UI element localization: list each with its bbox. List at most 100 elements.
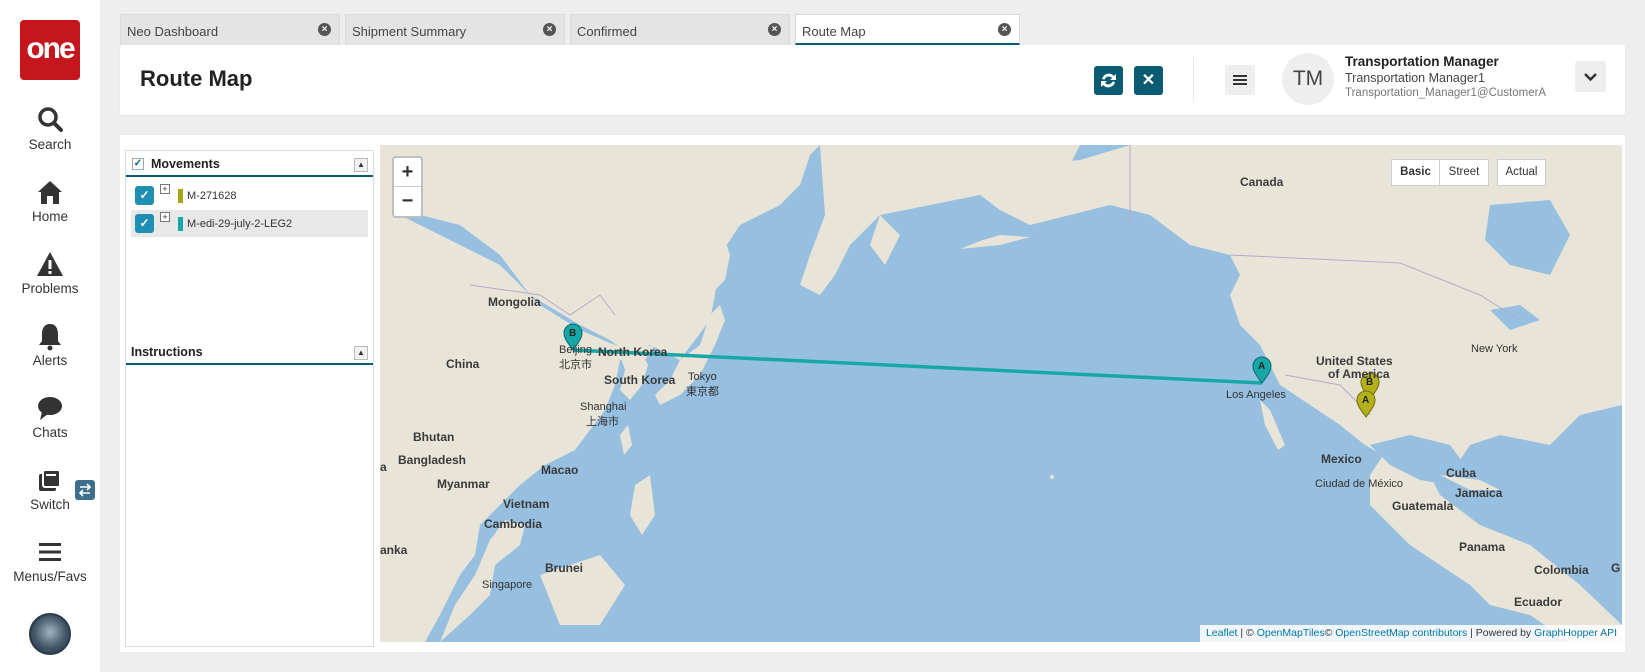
- map-label: a: [380, 460, 387, 474]
- map-attribution: Leaflet | © OpenMapTiles© OpenStreetMap …: [1199, 625, 1622, 642]
- nav-search[interactable]: Search: [0, 105, 100, 167]
- user-name: Transportation Manager: [1345, 54, 1499, 69]
- movement-label: M-edi-29-july-2-LEG2: [187, 218, 293, 230]
- leaflet-link[interactable]: Leaflet: [1206, 627, 1238, 639]
- map-label: Colombia: [1534, 563, 1589, 577]
- map-label: Ecuador: [1514, 595, 1563, 609]
- osm-link[interactable]: OpenStreetMap contributors: [1335, 627, 1467, 639]
- layer-actual-button[interactable]: Actual: [1497, 159, 1546, 186]
- hamburger-icon: [1233, 75, 1247, 77]
- map-label: Jamaica: [1455, 486, 1503, 500]
- tab-label: Shipment Summary: [352, 24, 467, 39]
- map-label: Ciudad de México: [1315, 478, 1404, 490]
- map-label: Cuba: [1446, 466, 1476, 480]
- collapse-movements-button[interactable]: ▲: [354, 158, 368, 172]
- close-icon: ✕: [1141, 72, 1156, 89]
- map-label: anka: [380, 543, 408, 557]
- map-label: Singapore: [482, 579, 533, 591]
- route-color-swatch: [178, 189, 183, 203]
- map-label: 北京市: [559, 359, 592, 371]
- map-label: G: [1611, 561, 1621, 575]
- map-label: 東京都: [686, 386, 719, 398]
- collapse-instructions-button[interactable]: ▲: [354, 346, 368, 360]
- graphhopper-link[interactable]: GraphHopper API: [1534, 627, 1617, 639]
- marker-teal-a-label: A: [1258, 361, 1266, 372]
- close-icon[interactable]: ×: [543, 23, 556, 36]
- close-icon[interactable]: ×: [318, 23, 331, 36]
- movement-checkbox[interactable]: ✓: [135, 186, 154, 205]
- tab-neo-dashboard[interactable]: Neo Dashboard ×: [120, 14, 340, 45]
- swap-arrows-icon: [78, 483, 92, 497]
- attribution-text: ©: [1324, 627, 1336, 639]
- main-panel: ✓ Movements ▲ ✓ + M-271628 ✓ + M-edi-29-…: [120, 135, 1625, 652]
- user-avatar[interactable]: TM: [1282, 53, 1334, 105]
- zoom-out-button[interactable]: −: [394, 187, 421, 216]
- map-label: 上海市: [586, 416, 619, 428]
- nav-problems-label: Problems: [21, 281, 79, 296]
- tab-route-map[interactable]: Route Map ×: [795, 14, 1020, 45]
- map-label: Tokyo: [688, 371, 717, 383]
- nav-chats-label: Chats: [32, 425, 68, 440]
- map-label: South Korea: [604, 373, 676, 387]
- app-logo[interactable]: one: [20, 20, 80, 80]
- movement-row[interactable]: ✓ + M-271628: [131, 182, 368, 209]
- zoom-in-button[interactable]: +: [394, 158, 421, 187]
- nav-problems[interactable]: Problems: [0, 249, 100, 311]
- movement-label: M-271628: [187, 190, 237, 202]
- route-map[interactable]: B A B A Canada Mongolia China Beijing 北京…: [380, 145, 1622, 642]
- expand-icon[interactable]: +: [160, 184, 170, 194]
- movement-checkbox[interactable]: ✓: [135, 214, 154, 233]
- select-all-checkbox[interactable]: ✓: [132, 158, 144, 170]
- refresh-button[interactable]: [1094, 66, 1123, 95]
- route-color-swatch: [178, 217, 183, 231]
- switch-badge[interactable]: [75, 480, 95, 500]
- tab-confirmed[interactable]: Confirmed ×: [570, 14, 790, 45]
- nav-alerts[interactable]: Alerts: [0, 321, 100, 383]
- nav-menus-favs[interactable]: Menus/Favs: [0, 537, 100, 599]
- chevron-down-icon: [1584, 73, 1597, 82]
- map-label: China: [446, 357, 480, 371]
- close-icon[interactable]: ×: [768, 23, 781, 36]
- search-icon: [38, 107, 63, 132]
- map-label: United States: [1316, 354, 1393, 368]
- map-label: Mongolia: [488, 295, 541, 309]
- close-icon[interactable]: ×: [998, 23, 1011, 36]
- refresh-icon: [1101, 73, 1116, 88]
- map-label: Mexico: [1321, 452, 1362, 466]
- nav-home-label: Home: [31, 209, 68, 224]
- nav-menus-favs-label: Menus/Favs: [13, 569, 87, 584]
- attribution-text: | ©: [1237, 627, 1257, 639]
- assistant-avatar[interactable]: [29, 613, 71, 655]
- tab-label: Confirmed: [577, 24, 637, 39]
- movements-title: Movements: [151, 157, 220, 171]
- map-label: Macao: [541, 463, 579, 477]
- instructions-header: Instructions ▲: [126, 339, 373, 365]
- nav-home[interactable]: Home: [0, 177, 100, 239]
- hamburger-icon: [39, 543, 61, 561]
- movement-row[interactable]: ✓ + M-edi-29-july-2-LEG2: [131, 210, 368, 237]
- expand-icon[interactable]: +: [160, 212, 170, 222]
- attribution-text: | Powered by: [1467, 627, 1535, 639]
- page-menu-button[interactable]: [1225, 65, 1255, 95]
- bell-icon: [39, 324, 61, 351]
- tab-shipment-summary[interactable]: Shipment Summary ×: [345, 14, 565, 45]
- close-page-button[interactable]: ✕: [1134, 66, 1163, 95]
- left-navigation: one Search Home Problems Alerts Chats Sw…: [0, 0, 100, 672]
- home-icon: [38, 181, 62, 204]
- openmaptiles-link[interactable]: OpenMapTiles: [1257, 627, 1325, 639]
- zoom-control: + −: [392, 156, 423, 218]
- user-menu-dropdown[interactable]: [1575, 61, 1606, 92]
- nav-chats[interactable]: Chats: [0, 393, 100, 455]
- nav-search-label: Search: [28, 137, 72, 152]
- instructions-title: Instructions: [131, 345, 203, 359]
- map-label: Bangladesh: [398, 453, 467, 467]
- header-divider: [1193, 57, 1194, 101]
- map-label: of America: [1328, 367, 1390, 381]
- map-label: Shanghai: [580, 401, 627, 413]
- movements-pane: ✓ Movements ▲ ✓ + M-271628 ✓ + M-edi-29-…: [125, 150, 374, 647]
- layer-street-button[interactable]: Street: [1439, 159, 1489, 186]
- tab-label: Route Map: [802, 24, 866, 39]
- layer-basic-button[interactable]: Basic: [1391, 159, 1440, 186]
- map-label: New York: [1471, 343, 1518, 355]
- map-label: Cambodia: [484, 517, 543, 531]
